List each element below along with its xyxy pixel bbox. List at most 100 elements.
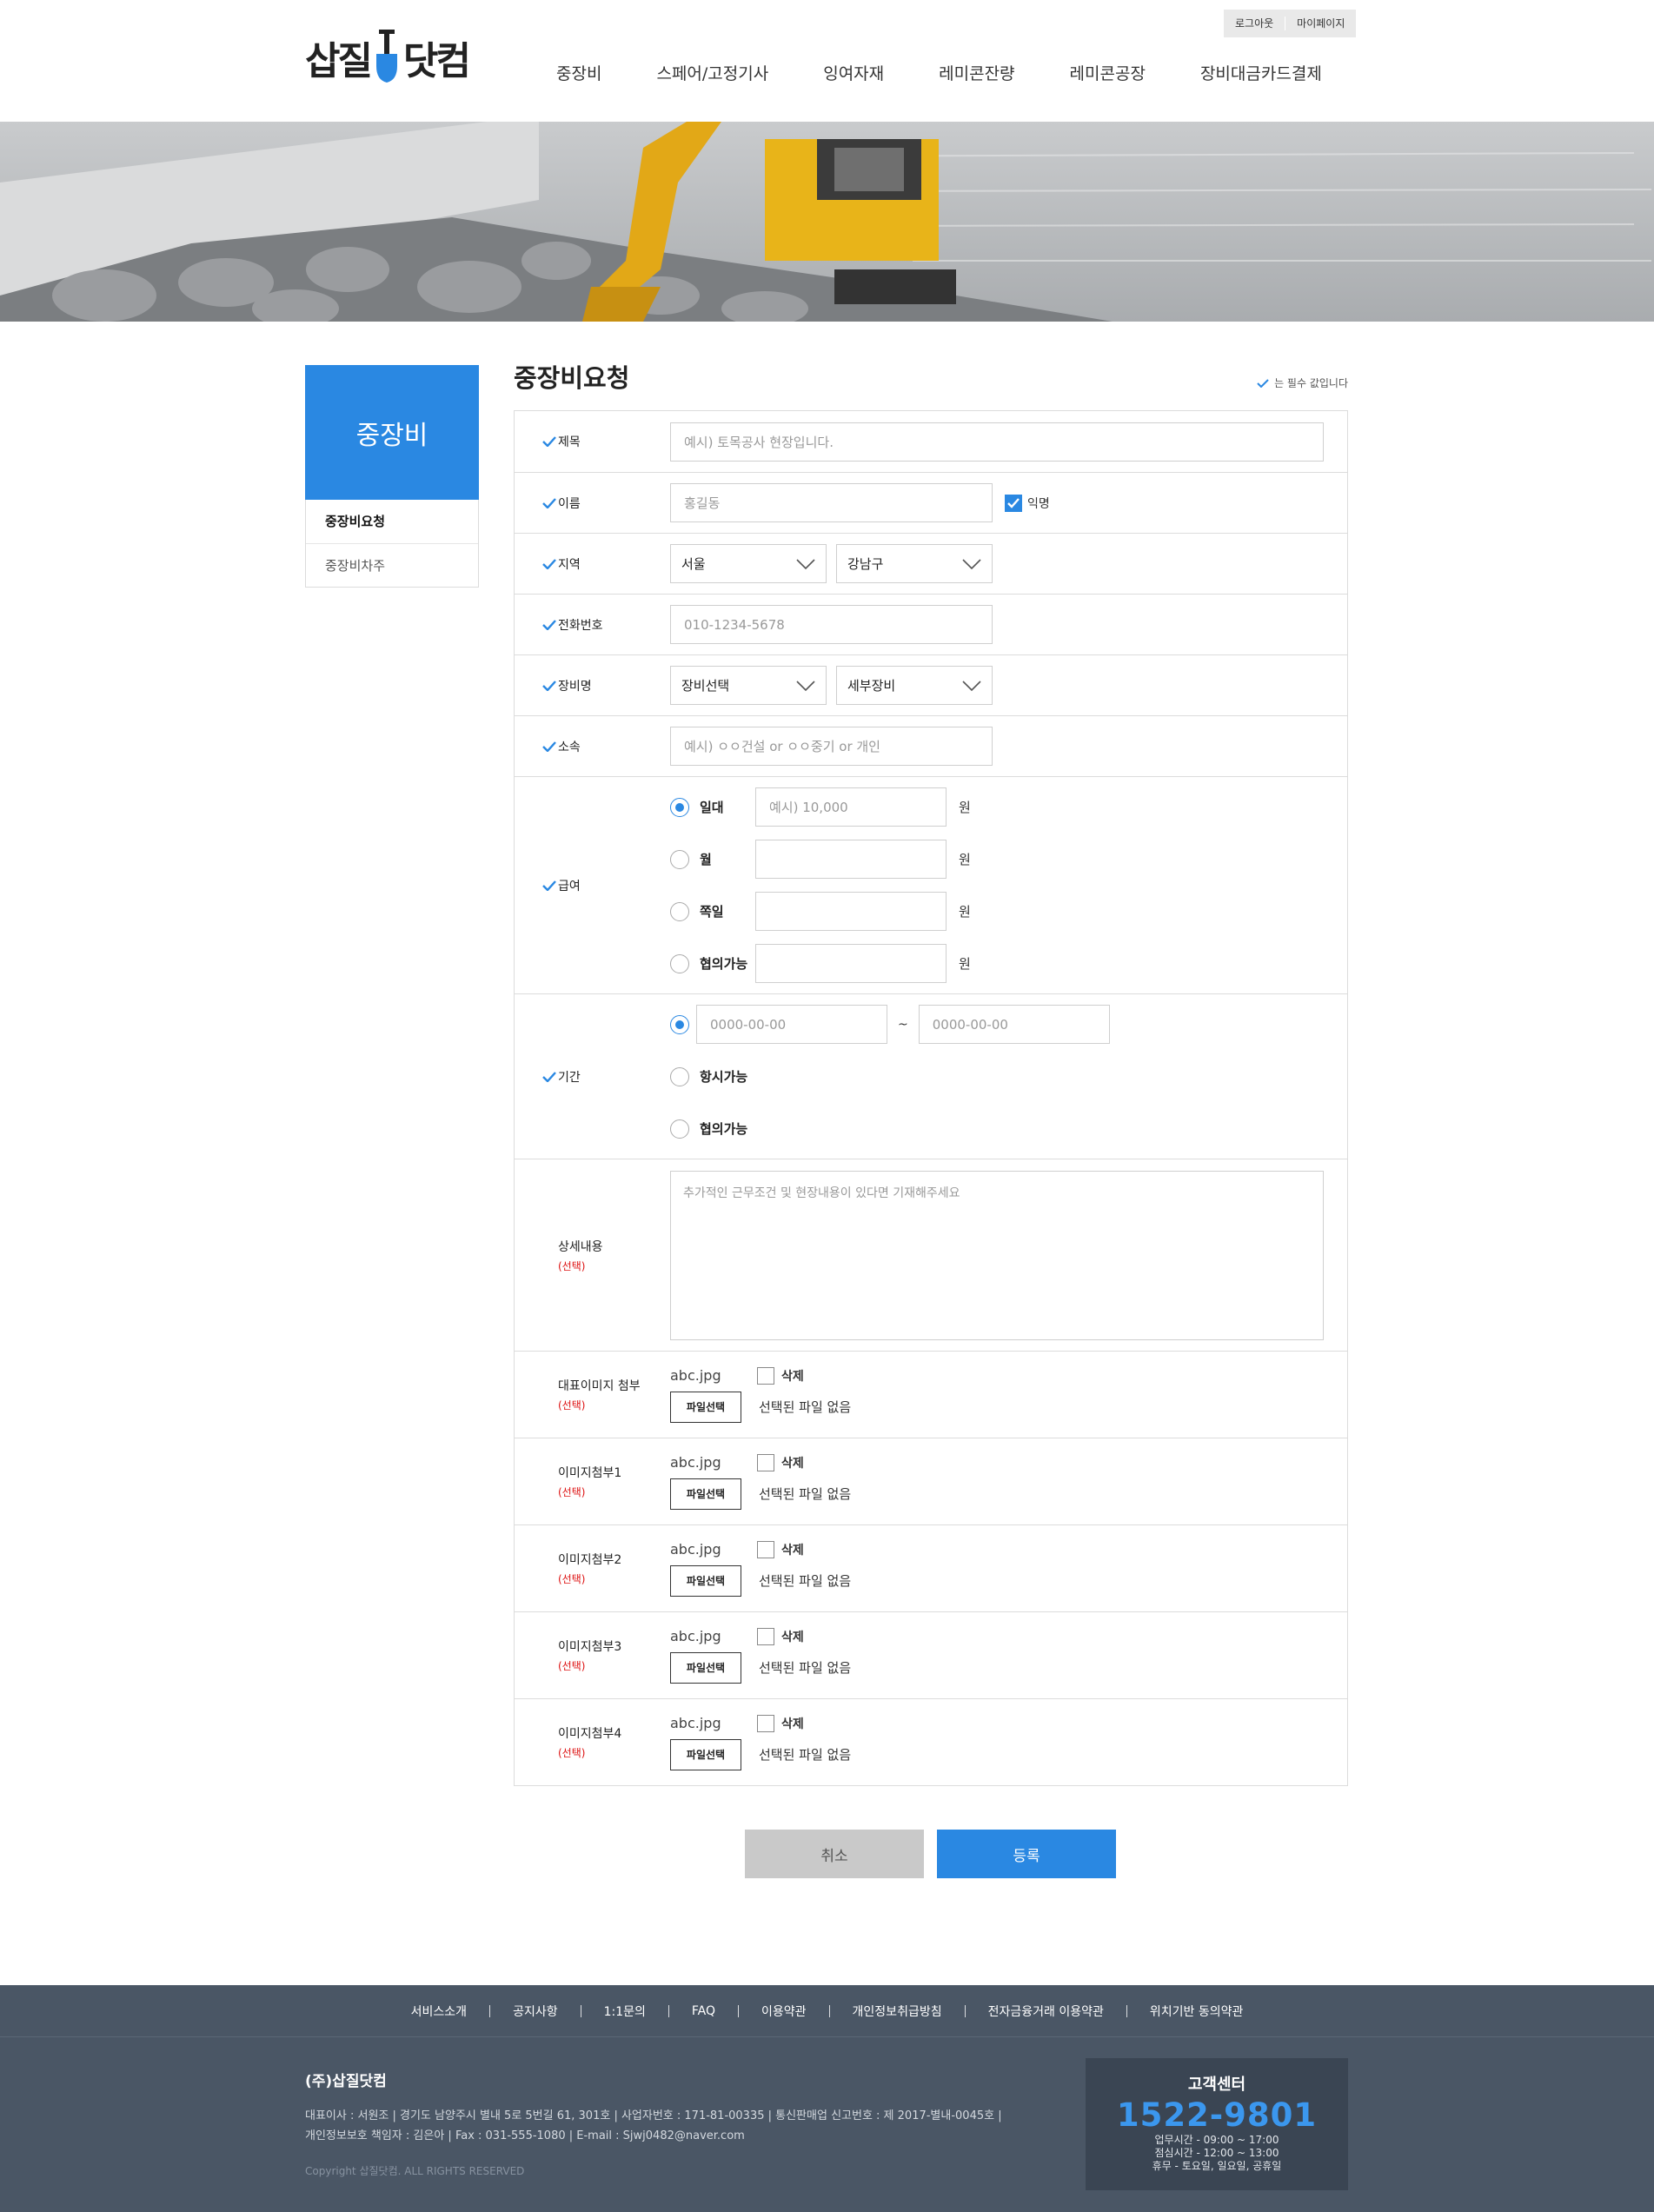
optional-text: (선택) [558, 1573, 586, 1585]
mypage-link[interactable]: 마이페이지 [1285, 10, 1356, 37]
pay-daily-input[interactable]: 예시) 10,000 [755, 787, 947, 827]
period-range-radio[interactable] [670, 1014, 689, 1034]
footer-link-inquiry[interactable]: 1:1문의 [604, 2003, 646, 2020]
delete-checkbox[interactable] [757, 1366, 774, 1385]
footer-link-location[interactable]: 위치기반 동의약관 [1150, 2003, 1244, 2020]
side-list: 중장비요청 중장비차주 [305, 500, 479, 588]
field-name: 홍길동 익명 [670, 473, 1347, 533]
period-start-input[interactable]: 0000-00-00 [696, 1005, 887, 1044]
period-negotiable-radio[interactable] [670, 1119, 689, 1139]
period-option-negotiable: 협의가능 [670, 1103, 747, 1155]
optional-text: (선택) [558, 1660, 586, 1672]
check-icon [542, 741, 556, 752]
nav-surplus-material[interactable]: 잉여자재 [823, 61, 884, 84]
cancel-button[interactable]: 취소 [745, 1830, 924, 1878]
footer-link-efinance[interactable]: 전자금융거래 이용약관 [988, 2003, 1104, 2020]
region-district-select[interactable]: 강남구 [836, 544, 993, 583]
footer-link-faq[interactable]: FAQ [692, 2004, 715, 2018]
file-select-button[interactable]: 파일선택 [670, 1738, 741, 1770]
delete-label: 삭제 [781, 1630, 804, 1644]
field-image1: abc.jpg 삭제 파일선택 선택된 파일 없음 [670, 1438, 1347, 1524]
checkmark-icon [1007, 497, 1020, 508]
row-phone: 전화번호 010-1234-5678 [515, 595, 1347, 655]
field-main-image: abc.jpg 삭제 파일선택 선택된 파일 없음 [670, 1352, 1347, 1438]
row-main-image: 대표이미지 첨부 (선택) abc.jpg 삭제 파일선택 선택된 파일 없음 [515, 1352, 1347, 1438]
check-icon [542, 436, 556, 447]
logout-link[interactable]: 로그아웃 [1224, 10, 1285, 37]
side-menu: 중장비 중장비요청 중장비차주 [305, 365, 479, 588]
cs-hours: 업무시간 - 09:00 ~ 17:00 [1154, 2134, 1279, 2146]
delete-label: 삭제 [781, 1369, 804, 1384]
file-select-button[interactable]: 파일선택 [670, 1651, 741, 1684]
title-input[interactable]: 예시) 토목공사 현장입니다. [670, 422, 1324, 462]
label-period: 기간 [515, 994, 670, 1159]
nav-card-payment[interactable]: 장비대금카드결제 [1200, 61, 1322, 84]
pay-negotiable-input[interactable] [755, 944, 947, 983]
phone-input[interactable]: 010-1234-5678 [670, 605, 993, 644]
label-text: 이미지첨부4 [558, 1727, 622, 1741]
pay-option-negotiable: 협의가능 원 [670, 938, 971, 990]
label-text: 기간 [558, 1070, 581, 1085]
pay-negotiable-radio[interactable] [670, 953, 689, 973]
nav-remicon-factory[interactable]: 레미콘공장 [1070, 61, 1146, 84]
optional-text: (선택) [558, 1747, 586, 1759]
period-end-input[interactable]: 0000-00-00 [918, 1005, 1110, 1044]
equipment-select[interactable]: 장비선택 [670, 666, 827, 705]
field-image3: abc.jpg 삭제 파일선택 선택된 파일 없음 [670, 1612, 1347, 1698]
company-info-line2: 개인정보보호 책임자 : 김은아 | Fax : 031-555-1080 | … [305, 2129, 745, 2142]
side-item-owner[interactable]: 중장비차주 [306, 543, 478, 587]
delete-checkbox[interactable] [757, 1540, 774, 1558]
nav-spare-driver[interactable]: 스페어/고정기사 [656, 61, 768, 84]
radio-label: 쪽일 [700, 904, 724, 920]
pay-partial-radio[interactable] [670, 901, 689, 921]
region-city-select[interactable]: 서울 [670, 544, 827, 583]
name-input[interactable]: 홍길동 [670, 483, 993, 522]
delete-checkbox[interactable] [757, 1714, 774, 1732]
site-logo[interactable]: 삽질 닷컴 [305, 28, 471, 87]
footer-link-about[interactable]: 서비스소개 [411, 2003, 467, 2020]
radio-label: 월 [700, 852, 712, 867]
check-icon [1257, 378, 1269, 388]
delete-checkbox[interactable] [757, 1627, 774, 1645]
row-image1: 이미지첨부1 (선택) abc.jpg 삭제 파일선택 선택된 파일 없음 [515, 1438, 1347, 1525]
required-note: 는 필수 값입니다 [1257, 375, 1348, 390]
form-buttons: 취소 등록 [745, 1830, 1116, 1878]
company-name: (주)삽질닷컴 [305, 2073, 387, 2090]
pay-daily-radio[interactable] [670, 797, 689, 817]
detail-textarea[interactable]: 추가적인 근무조건 및 현장내용이 있다면 기재해주세요 [670, 1170, 1324, 1340]
delete-checkbox[interactable] [757, 1453, 774, 1471]
cs-phone-number[interactable]: 1522-9801 [1086, 2096, 1348, 2134]
page-title: 중장비요청 [514, 363, 630, 393]
label-text: 장비명 [558, 679, 592, 694]
file-select-button[interactable]: 파일선택 [670, 1478, 741, 1510]
radio-label: 항시가능 [700, 1069, 748, 1085]
submit-button[interactable]: 등록 [937, 1830, 1116, 1878]
row-period: 기간 0000-00-00 ~ 0000-00-00 항시가능 협의가능 [515, 994, 1347, 1159]
no-file-text: 선택된 파일 없음 [759, 1660, 852, 1676]
period-always-radio[interactable] [670, 1066, 689, 1086]
label-text: 소속 [558, 740, 581, 754]
equipment-detail-select[interactable]: 세부장비 [836, 666, 993, 705]
pay-monthly-radio[interactable] [670, 849, 689, 869]
side-title: 중장비 [305, 365, 479, 500]
nav-remicon-remain[interactable]: 레미콘잔량 [939, 61, 1014, 84]
side-item-request[interactable]: 중장비요청 [306, 500, 478, 543]
row-detail: 상세내용 (선택) 추가적인 근무조건 및 현장내용이 있다면 기재해주세요 [515, 1159, 1347, 1352]
unit-label: 원 [959, 956, 971, 972]
footer-link-privacy[interactable]: 개인정보취급방침 [853, 2003, 942, 2020]
file-select-button[interactable]: 파일선택 [670, 1564, 741, 1597]
file-current: abc.jpg 삭제 [670, 1714, 804, 1732]
footer-link-terms[interactable]: 이용약관 [761, 2003, 807, 2020]
label-image3: 이미지첨부3 (선택) [515, 1612, 670, 1698]
nav-heavy-equipment[interactable]: 중장비 [556, 61, 601, 84]
anonymous-checkbox[interactable] [1005, 494, 1022, 512]
pay-monthly-input[interactable] [755, 840, 947, 879]
label-text: 급여 [558, 879, 581, 893]
divider [489, 2004, 491, 2017]
file-select-button[interactable]: 파일선택 [670, 1391, 741, 1423]
pay-option-partial: 쪽일 원 [670, 886, 971, 938]
pay-partial-input[interactable] [755, 892, 947, 931]
footer-link-notice[interactable]: 공지사항 [513, 2003, 558, 2020]
check-icon [542, 558, 556, 569]
affiliation-input[interactable]: 예시) ㅇㅇ건설 or ㅇㅇ중기 or 개인 [670, 727, 993, 766]
